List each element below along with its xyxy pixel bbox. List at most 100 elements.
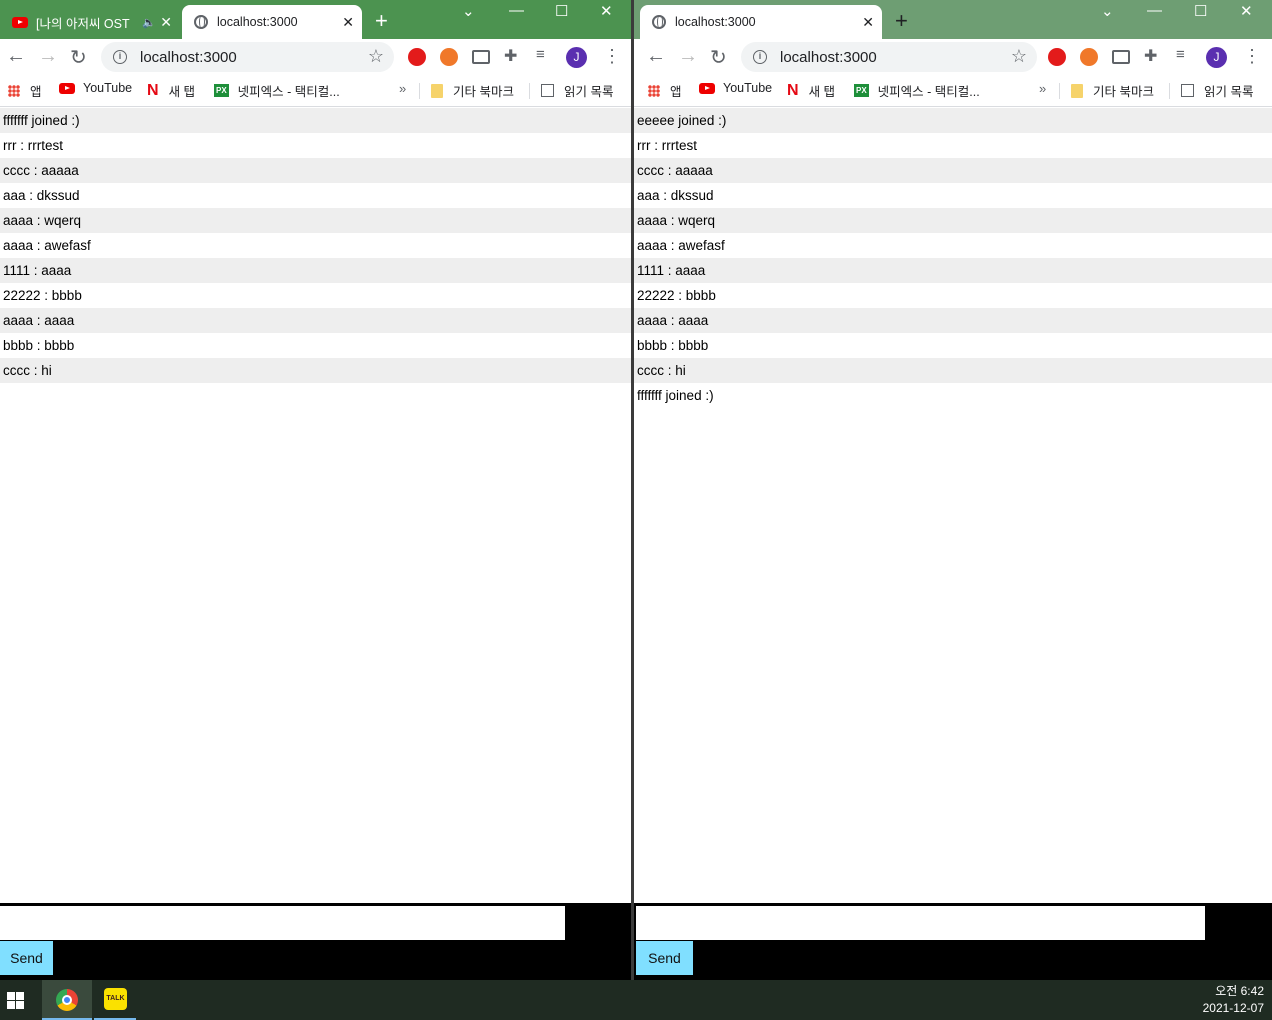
bookmark-other[interactable]: 기타 북마크 xyxy=(1071,81,1154,100)
more-bookmarks-icon[interactable]: » xyxy=(399,81,406,96)
bookmark-apps[interactable]: 앱 xyxy=(8,81,42,100)
close-tab-icon[interactable]: ✕ xyxy=(160,14,172,31)
apps-icon xyxy=(8,84,20,97)
extension-icon[interactable] xyxy=(1080,48,1098,66)
extension-icon[interactable] xyxy=(1112,50,1130,64)
px-icon: PX xyxy=(214,84,229,97)
close-window-icon[interactable]: ✕ xyxy=(600,2,613,20)
netflix-icon: N xyxy=(147,81,159,99)
tab-localhost[interactable]: localhost:3000 ✕ xyxy=(182,5,362,39)
message-item: aaaa : aaaa xyxy=(0,308,631,333)
menu-icon[interactable]: ⋮ xyxy=(603,46,621,67)
bookmark-label: YouTube xyxy=(723,81,773,95)
bookmark-label: 넷피엑스 - 택티컬... xyxy=(237,85,340,99)
extensions-puzzle-icon[interactable]: ✚ xyxy=(504,46,522,65)
bookmark-apps[interactable]: 앱 xyxy=(648,81,682,100)
chrome-icon xyxy=(56,989,78,1011)
minimize-icon[interactable]: — xyxy=(1147,2,1162,19)
maximize-icon[interactable]: ☐ xyxy=(1194,2,1207,20)
more-bookmarks-icon[interactable]: » xyxy=(1039,81,1046,96)
message-item: fffffff joined :) xyxy=(0,108,631,133)
message-item: aaaa : aaaa xyxy=(634,308,1272,333)
tab-title: localhost:3000 xyxy=(675,15,756,29)
audio-icon[interactable]: 🔈 xyxy=(142,16,156,29)
site-info-icon[interactable]: i xyxy=(753,50,767,64)
send-button[interactable]: Send xyxy=(0,941,53,975)
tab-title: localhost:3000 xyxy=(217,15,298,29)
bookmark-youtube[interactable]: YouTube xyxy=(699,81,772,95)
back-icon[interactable]: ← xyxy=(6,45,26,68)
close-window-icon[interactable]: ✕ xyxy=(1240,2,1253,20)
taskbar-chrome[interactable] xyxy=(42,980,92,1020)
bookmark-youtube[interactable]: YouTube xyxy=(59,81,132,95)
message-item: bbbb : bbbb xyxy=(3,338,75,353)
site-info-icon[interactable]: i xyxy=(113,50,127,64)
bookmark-label: 앱 xyxy=(30,85,42,99)
close-tab-icon[interactable]: ✕ xyxy=(862,14,874,31)
message-item: cccc : aaaaa xyxy=(0,158,631,183)
message-item: bbbb : bbbb xyxy=(637,338,709,353)
taskbar-kakaotalk[interactable]: TALK xyxy=(94,980,136,1020)
bookmark-separator xyxy=(1169,83,1170,99)
message-input[interactable] xyxy=(0,906,565,940)
windows-start-icon[interactable] xyxy=(7,992,24,1009)
messages-list: eeeee joined :) rrr : rrrtest cccc : aaaaa… xyxy=(634,108,1272,903)
extension-icon[interactable] xyxy=(440,48,458,66)
send-button[interactable]: Send xyxy=(636,941,693,975)
tab-search-icon[interactable]: ⌄ xyxy=(462,2,475,20)
close-tab-icon[interactable]: ✕ xyxy=(342,14,354,31)
bookmark-newtab[interactable]: N새 탭 xyxy=(787,81,835,100)
extensions-puzzle-icon[interactable]: ✚ xyxy=(1144,46,1162,65)
new-tab-icon[interactable]: + xyxy=(895,8,908,34)
minimize-icon[interactable]: — xyxy=(509,2,524,19)
message-item: aaa : dkssud xyxy=(637,188,714,203)
adblock-icon[interactable] xyxy=(408,48,426,66)
bookmark-netpix[interactable]: PX 넷피엑스 - 택티컬... xyxy=(214,81,340,100)
bookmark-reading-list[interactable]: 읽기 목록 xyxy=(541,81,613,100)
message-item: rrr : rrrtest xyxy=(3,138,63,153)
message-item: cccc : hi xyxy=(634,358,1272,383)
youtube-icon xyxy=(12,16,28,28)
reading-list-icon xyxy=(1181,84,1194,97)
profile-avatar[interactable]: J xyxy=(1206,47,1227,68)
address-bar[interactable]: i localhost:3000 ☆ xyxy=(101,42,394,72)
bookmark-separator xyxy=(419,83,420,99)
bookmark-netpix[interactable]: PX 넷피엑스 - 택티컬... xyxy=(854,81,980,100)
bookmark-star-icon[interactable]: ☆ xyxy=(1011,46,1027,67)
url-text: localhost:3000 xyxy=(140,48,237,66)
youtube-icon xyxy=(699,82,715,94)
new-tab-icon[interactable]: + xyxy=(375,8,388,34)
forward-icon[interactable]: → xyxy=(38,45,58,68)
reload-icon[interactable]: ↻ xyxy=(710,45,727,70)
message-item: fffffff joined :) xyxy=(637,388,714,403)
reading-list-icon xyxy=(541,84,554,97)
desktop: [나의 아저씨 OST 🔈 ✕ localhost:3000 ✕ + ⌄ — ☐… xyxy=(0,0,1272,1020)
messages-list: fffffff joined :) rrr : rrrtest cccc : aaa… xyxy=(0,108,631,903)
media-control-icon[interactable]: ≡ xyxy=(1176,46,1194,64)
message-input[interactable] xyxy=(636,906,1205,940)
bookmark-reading-list[interactable]: 읽기 목록 xyxy=(1181,81,1253,100)
maximize-icon[interactable]: ☐ xyxy=(555,2,568,20)
tab-localhost[interactable]: localhost:3000 ✕ xyxy=(640,5,882,39)
menu-icon[interactable]: ⋮ xyxy=(1243,46,1261,67)
profile-avatar[interactable]: J xyxy=(566,47,587,68)
reload-icon[interactable]: ↻ xyxy=(70,45,87,70)
address-bar[interactable]: i localhost:3000 ☆ xyxy=(741,42,1037,72)
kakaotalk-icon: TALK xyxy=(104,988,127,1010)
bookmarks-bar: 앱 YouTube N새 탭 PX 넷피엑스 - 택티컬... » 기타 북마크 … xyxy=(0,75,631,107)
adblock-icon[interactable] xyxy=(1048,48,1066,66)
tab-search-icon[interactable]: ⌄ xyxy=(1101,2,1114,20)
forward-icon[interactable]: → xyxy=(678,45,698,68)
bookmark-other[interactable]: 기타 북마크 xyxy=(431,81,514,100)
media-control-icon[interactable]: ≡ xyxy=(536,46,554,64)
bookmark-star-icon[interactable]: ☆ xyxy=(368,46,384,67)
system-clock[interactable]: 오전 6:42 2021-12-07 xyxy=(1203,983,1264,1017)
url-text: localhost:3000 xyxy=(780,48,877,66)
message-item: rrr : rrrtest xyxy=(637,138,697,153)
clock-time: 오전 6:42 xyxy=(1215,984,1264,998)
tab-youtube[interactable]: [나의 아저씨 OST 🔈 ✕ xyxy=(0,5,180,39)
bookmark-newtab[interactable]: N새 탭 xyxy=(147,81,195,100)
back-icon[interactable]: ← xyxy=(646,45,666,68)
extension-icon[interactable] xyxy=(472,50,490,64)
tab-strip: localhost:3000 ✕ + ⌄ — ☐ ✕ xyxy=(634,0,1272,39)
